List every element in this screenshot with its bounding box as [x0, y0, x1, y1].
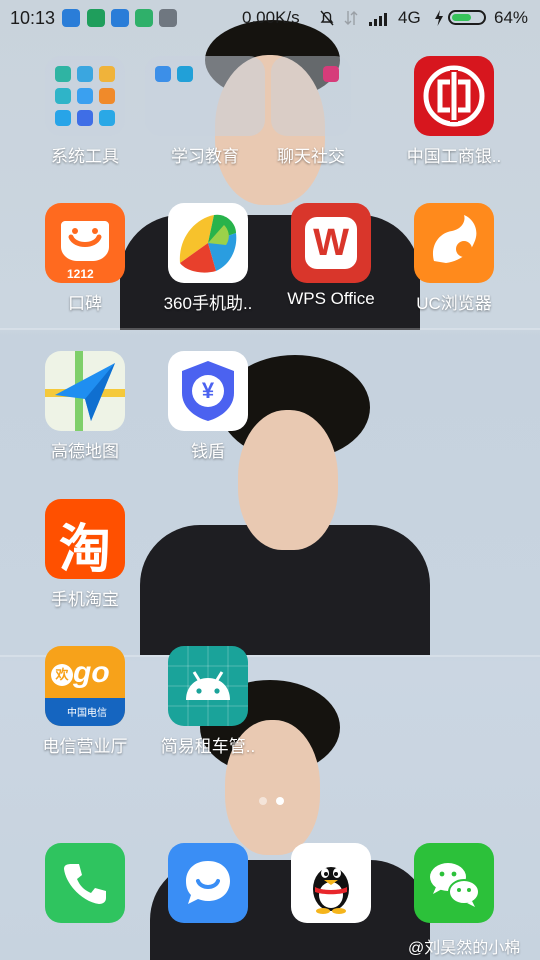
folder-tile — [145, 56, 265, 136]
mail-mini-icon — [55, 88, 71, 104]
screenshot-icon — [159, 9, 177, 27]
icbc-logo-icon — [423, 65, 485, 127]
qq-penguin-icon — [313, 867, 349, 914]
contacts-mini-icon — [55, 66, 71, 82]
app-label: 口碑 — [68, 294, 102, 313]
settings-mini-icon — [77, 88, 93, 104]
telecom-small-text: 中国电信 — [67, 708, 107, 719]
wps-icon: W — [291, 203, 371, 283]
signal-icon — [369, 13, 387, 26]
360-petals-icon — [179, 214, 237, 273]
app-label: WPS Office — [287, 289, 375, 308]
phone-handset-icon — [64, 864, 106, 904]
360-icon — [168, 203, 248, 283]
status-bar: 10:13 0.00K/s 4G 64% — [0, 0, 540, 36]
files-mini-icon — [99, 66, 115, 82]
app-label: UC浏览器 — [416, 294, 492, 313]
folder-tile — [45, 56, 125, 136]
page-indicator[interactable] — [259, 796, 285, 806]
icbc-icon — [414, 56, 494, 136]
taobao-character: 淘 — [58, 521, 111, 579]
charging-bolt-icon — [435, 10, 443, 26]
data-arrows-icon — [344, 11, 358, 25]
study-app-mini-icon — [155, 66, 171, 82]
yuan-symbol: ¥ — [201, 378, 215, 403]
app-wps[interactable]: W WPS Office — [271, 203, 391, 309]
mute-icon — [320, 10, 334, 26]
android-app-icon — [135, 9, 153, 27]
app-uc-browser[interactable]: UC浏览器 — [394, 203, 514, 314]
app-telecom[interactable]: 欢 go 中国电信 电信营业厅 — [25, 646, 145, 757]
qq-icon — [291, 843, 371, 923]
alarm-mini-icon — [99, 88, 115, 104]
dock-wechat[interactable] — [394, 843, 514, 923]
uc-squirrel-icon — [432, 215, 477, 263]
network-speed: 0.00K/s — [242, 8, 300, 27]
dock-qq[interactable] — [271, 843, 391, 923]
network-type: 4G — [398, 8, 421, 27]
weibo-watermark: @刘昊然的小棉 — [408, 940, 521, 957]
dock-phone[interactable] — [25, 843, 145, 923]
app-label: 高德地图 — [51, 442, 119, 461]
edit-mini-icon — [77, 110, 93, 126]
phone-icon — [45, 843, 125, 923]
app-label: 手机淘宝 — [51, 590, 119, 609]
telecom-icon: 欢 go 中国电信 — [45, 646, 125, 726]
app-label: 简易租车管.. — [160, 737, 256, 756]
page-dot-1 — [259, 797, 267, 805]
telecom-go-logo: go — [73, 656, 110, 689]
chat-bubble-icon — [186, 861, 230, 904]
qiandun-icon: ¥ — [168, 351, 248, 431]
battery-level-fill — [452, 14, 471, 21]
app-koubei[interactable]: 1212 口碑 — [25, 203, 145, 314]
wechat-bubbles-icon — [430, 863, 480, 907]
koubei-icon: 1212 — [45, 203, 125, 283]
app-label: 中国工商银.. — [406, 147, 502, 166]
app-label: 钱盾 — [191, 442, 225, 461]
folder-social[interactable]: 聊天社交 — [251, 56, 371, 167]
koubei-badge: 1212 — [67, 267, 94, 281]
amap-icon — [45, 351, 125, 431]
folder-tile — [271, 56, 351, 136]
compass-mini-icon — [55, 110, 71, 126]
app-label: 360手机助.. — [163, 294, 253, 313]
app-qiandun[interactable]: ¥ 钱盾 — [148, 351, 268, 462]
social-app-mini-icon — [323, 66, 339, 82]
page-dot-2-current — [276, 797, 284, 805]
app-label: 电信营业厅 — [42, 737, 128, 756]
android-app-icon — [168, 646, 248, 726]
app-car-rental[interactable]: 简易租车管.. — [148, 646, 268, 757]
wechat-icon — [414, 843, 494, 923]
security-shield-icon — [87, 9, 105, 27]
app-taobao[interactable]: 淘 手机淘宝 — [25, 499, 145, 610]
usb-icon — [62, 9, 80, 27]
uc-icon — [414, 203, 494, 283]
battery-icon — [448, 10, 486, 25]
navigation-arrow-icon — [55, 363, 115, 421]
wps-letter: W — [305, 217, 357, 269]
telecom-huan-badge: 欢 — [51, 664, 73, 686]
taobao-icon: 淘 — [45, 499, 125, 579]
alarm-app-icon — [111, 9, 129, 27]
app-360[interactable]: 360手机助.. — [148, 203, 268, 314]
status-time: 10:13 — [10, 8, 56, 28]
browser-mini-icon — [99, 110, 115, 126]
app-icbc[interactable]: 中国工商银.. — [394, 56, 514, 167]
messages-icon — [168, 843, 248, 923]
dock-messages[interactable] — [148, 843, 268, 923]
reading-app-mini-icon — [177, 66, 193, 82]
app-label: 聊天社交 — [277, 147, 345, 166]
notes-mini-icon — [77, 66, 93, 82]
android-robot-icon — [168, 646, 248, 726]
battery-percent: 64% — [494, 8, 529, 27]
app-amap[interactable]: 高德地图 — [25, 351, 145, 462]
